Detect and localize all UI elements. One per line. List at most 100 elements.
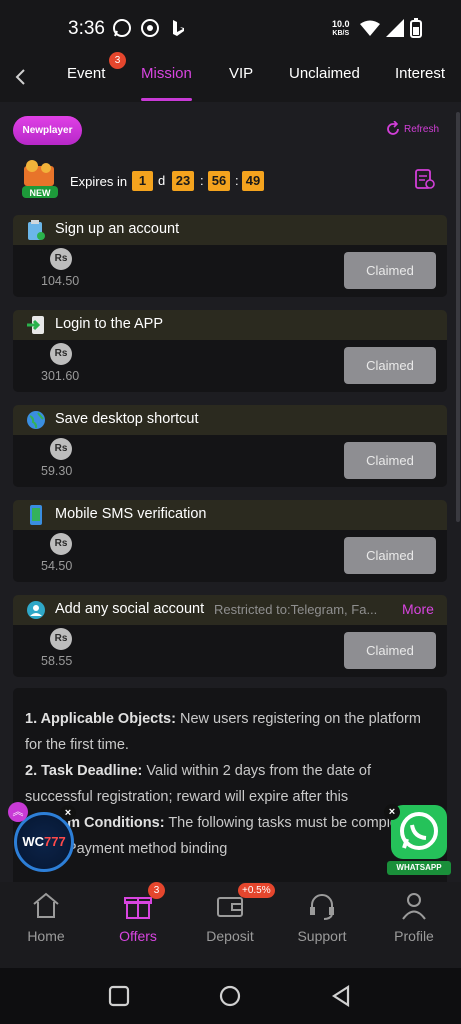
tab-unclaimed[interactable]: Unclaimed: [289, 65, 360, 82]
net-speed-value: 10.0: [332, 19, 350, 29]
tab-vip[interactable]: VIP: [229, 65, 253, 82]
back-triangle-icon[interactable]: [330, 985, 352, 1007]
task-title: Mobile SMS verification: [55, 506, 207, 522]
task-title: Save desktop shortcut: [55, 411, 199, 427]
new-badge-text: NEW: [30, 188, 52, 198]
task-title: Login to the APP: [55, 316, 164, 332]
wc-logo-text: WC: [22, 834, 44, 849]
wc777-float-button[interactable]: WC777: [14, 812, 74, 872]
task-card: Login to the APP Rs 301.60 Claimed: [13, 310, 447, 392]
refresh-label: Refresh: [404, 123, 440, 135]
claimed-button[interactable]: Claimed: [344, 442, 436, 479]
chrome-status-icon: [141, 19, 159, 37]
mission-content: Newplayer Refresh NEW Expires in 1 d 23 …: [0, 102, 461, 882]
countdown-seconds: 49: [242, 171, 264, 191]
phone-icon: [30, 505, 42, 525]
claimed-button[interactable]: Claimed: [344, 537, 436, 574]
reward-amount: 58.55: [41, 654, 73, 668]
tab-bar: Event 3 Mission VIP Unclaimed Interest: [0, 52, 461, 102]
whatsapp-label: WHATSAPP: [387, 861, 451, 875]
nav-home[interactable]: Home: [6, 890, 86, 944]
task-header: Mobile SMS verification: [13, 500, 447, 530]
tab-interest[interactable]: Interest: [395, 65, 445, 82]
claimed-button[interactable]: Claimed: [344, 252, 436, 289]
wifi-icon: [360, 20, 380, 36]
countdown-sep-1: :: [200, 173, 204, 188]
task-body: Rs 59.30 Claimed: [13, 435, 447, 487]
recents-icon[interactable]: [108, 985, 130, 1007]
reward-amount: 301.60: [41, 369, 80, 383]
event-badge: 3: [109, 52, 126, 69]
nav-deposit[interactable]: Deposit: [190, 890, 270, 944]
task-card: Save desktop shortcut Rs 59.30 Claimed: [13, 405, 447, 487]
scrollbar[interactable]: [456, 112, 460, 522]
tab-mission[interactable]: Mission: [141, 65, 192, 82]
countdown-minutes: 56: [208, 171, 230, 191]
task-title: Add any social account: [55, 601, 205, 617]
task-header: Save desktop shortcut: [13, 405, 447, 435]
countdown-hours: 23: [172, 171, 194, 191]
task-header: Login to the APP: [13, 310, 447, 340]
home-icon: [33, 892, 59, 918]
refresh-icon: [387, 121, 399, 135]
rupee-coin-icon: Rs: [50, 343, 72, 365]
reward-amount: 104.50: [41, 274, 80, 288]
wc-logo-number: 777: [43, 834, 66, 849]
headset-icon: [310, 894, 334, 920]
status-bar: 3:36 10.0 KB/S: [0, 0, 461, 56]
gift-new-icon: NEW: [22, 160, 58, 198]
back-arrow-icon[interactable]: [10, 64, 32, 90]
task-body: Rs 104.50 Claimed: [13, 245, 447, 297]
rules-list-icon[interactable]: [414, 168, 436, 190]
home-circle-icon[interactable]: [218, 984, 242, 1008]
system-icons: [360, 18, 422, 38]
reward-amount: 54.50: [41, 559, 73, 573]
refresh-button[interactable]: Refresh: [385, 121, 439, 137]
status-time: 3:36: [68, 18, 105, 39]
nav-label: Offers: [119, 928, 157, 944]
task-card: Mobile SMS verification Rs 54.50 Claimed: [13, 500, 447, 582]
task-header: Sign up an account: [13, 215, 447, 245]
nav-label: Home: [27, 928, 65, 944]
close-icon[interactable]: ×: [60, 805, 76, 821]
reward-amount: 59.30: [41, 464, 73, 478]
countdown-days: 1: [132, 171, 153, 191]
task-title: Sign up an account: [55, 221, 180, 237]
tab-event[interactable]: Event: [67, 65, 105, 82]
rule-heading: 1. Applicable Objects:: [25, 711, 176, 727]
task-header: Add any social account Restricted to:Tel…: [13, 595, 447, 625]
chevron-up-icon[interactable]: ︽: [8, 802, 28, 822]
expires-label: Expires in: [70, 174, 128, 189]
countdown-sep-2: :: [235, 173, 239, 188]
nav-label: Profile: [394, 928, 434, 944]
countdown-days-unit: d: [158, 173, 166, 188]
claimed-button[interactable]: Claimed: [344, 347, 436, 384]
bottom-nav: Home Offers 3 Deposit +0.5% Support Prof…: [0, 882, 461, 968]
rupee-coin-icon: Rs: [50, 438, 72, 460]
login-icon: [27, 316, 44, 334]
active-tab-indicator: [141, 98, 192, 101]
claimed-button[interactable]: Claimed: [344, 632, 436, 669]
offers-badge: 3: [148, 882, 165, 899]
net-speed-unit: KB/S: [332, 30, 350, 37]
bing-status-icon: [173, 20, 184, 36]
deposit-bonus-badge: +0.5%: [238, 883, 275, 898]
rules-text: 1. Applicable Objects: New users registe…: [13, 688, 447, 882]
battery-icon: [410, 18, 422, 38]
globe-icon: [27, 411, 45, 429]
user-icon: [402, 893, 426, 920]
rupee-coin-icon: Rs: [50, 628, 72, 650]
more-link[interactable]: More: [402, 601, 434, 617]
net-speed: 10.0 KB/S: [332, 20, 350, 38]
task-card: Sign up an account Rs 104.50 Claimed: [13, 215, 447, 297]
social-icon: [27, 601, 45, 619]
nav-support[interactable]: Support: [282, 890, 362, 944]
nav-offers[interactable]: Offers: [98, 890, 178, 944]
rule-heading: 2. Task Deadline:: [25, 763, 143, 779]
rupee-coin-icon: Rs: [50, 248, 72, 270]
nav-label: Support: [297, 928, 347, 944]
newplayer-tag[interactable]: Newplayer: [13, 116, 82, 145]
close-icon[interactable]: ×: [384, 804, 400, 820]
nav-profile[interactable]: Profile: [374, 890, 454, 944]
whatsapp-status-icon: [113, 19, 131, 37]
